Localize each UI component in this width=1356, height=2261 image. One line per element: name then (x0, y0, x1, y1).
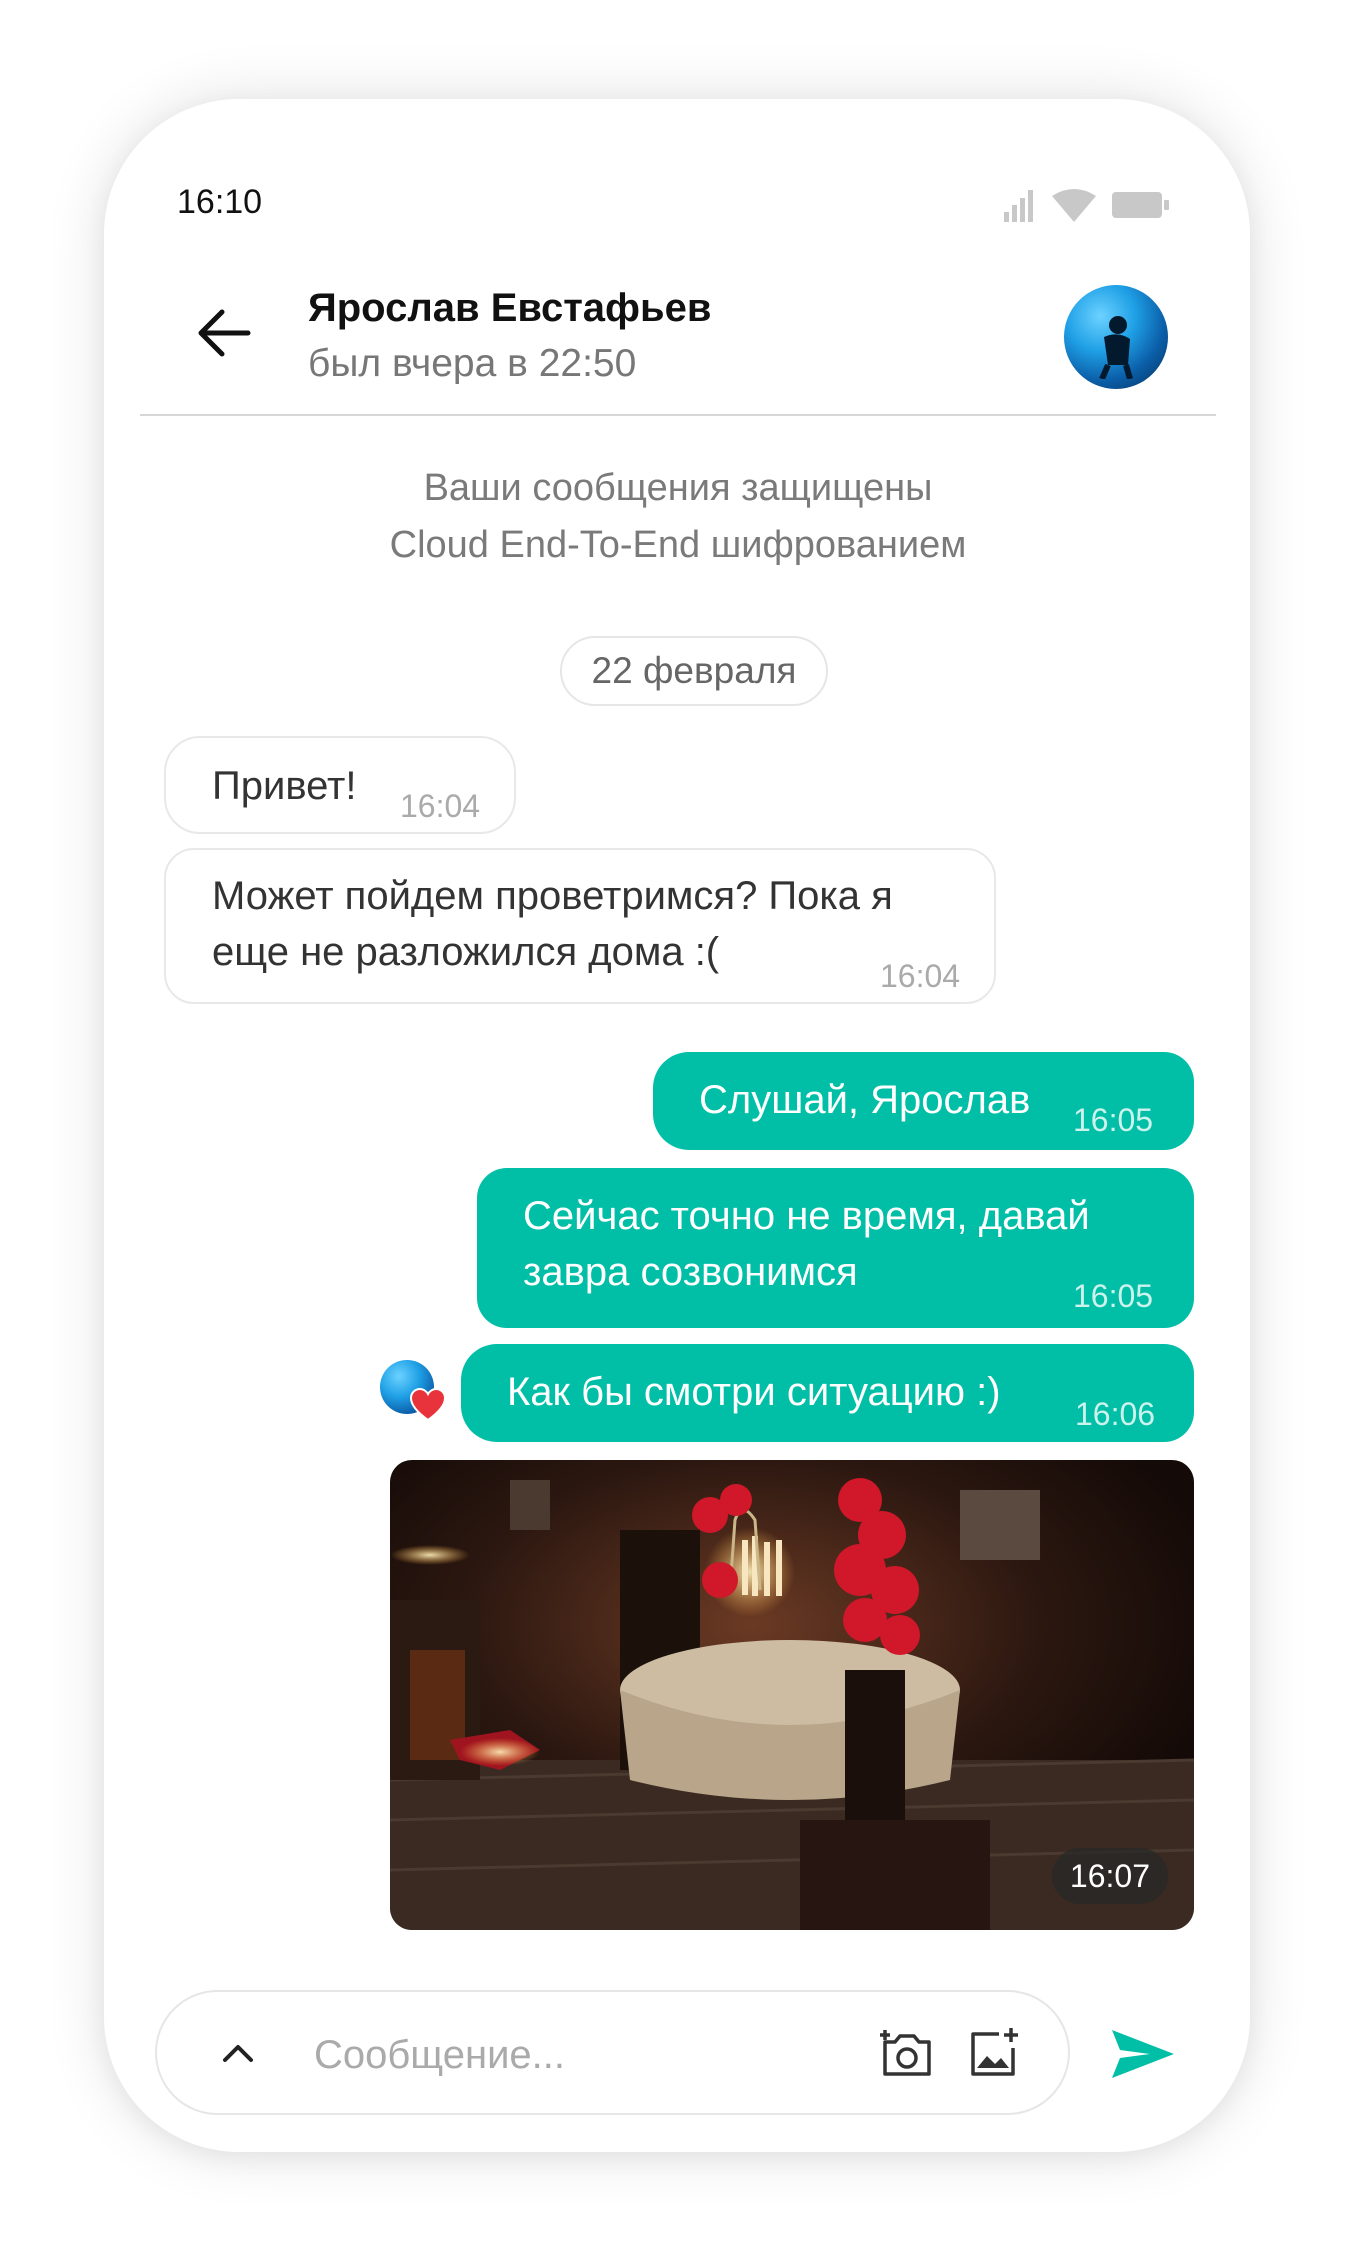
message-text-line2: еще не разложился дома :( (212, 930, 720, 974)
message-bubble-outgoing[interactable]: Сейчас точно не время, давай завра созво… (477, 1168, 1194, 1328)
wifi-icon (1052, 189, 1096, 222)
contact-avatar[interactable] (1064, 285, 1168, 389)
chevron-up-icon[interactable] (219, 2034, 257, 2072)
message-time: 16:04 (880, 958, 961, 994)
date-separator: 22 февраля (560, 636, 828, 706)
battery-icon (1112, 192, 1169, 218)
status-bar-time: 16:10 (177, 183, 263, 221)
message-composer (155, 1990, 1070, 2115)
photo-time: 16:07 (1051, 1848, 1168, 1904)
message-bubble-outgoing[interactable]: Слушай, Ярослав 16:05 (653, 1052, 1194, 1150)
message-text: Как бы смотри ситуацию :) (507, 1370, 1001, 1414)
message-text: Привет! (212, 764, 357, 808)
cellular-signal-icon (1004, 190, 1033, 222)
back-arrow-icon[interactable] (196, 307, 252, 359)
add-image-icon[interactable] (967, 2026, 1021, 2080)
diver-silhouette-icon (1099, 316, 1133, 379)
message-text-line2: завра созвонимся (523, 1250, 858, 1294)
message-bubble-incoming[interactable]: Может пойдем проветримся? Пока я еще не … (164, 848, 996, 1004)
message-text: Слушай, Ярослав (699, 1078, 1031, 1122)
header-divider (140, 414, 1216, 416)
last-seen-status: был вчера в 22:50 (308, 342, 637, 385)
message-bubble-outgoing[interactable]: Как бы смотри ситуацию :) 16:06 (461, 1344, 1194, 1442)
encryption-note-line2: Cloud End-To-End шифрованием (389, 524, 967, 566)
message-bubble-incoming[interactable]: Привет! 16:04 (164, 736, 516, 834)
send-icon[interactable] (1110, 2026, 1176, 2082)
encryption-note: Ваши сообщения защищены Cloud End-To-End… (0, 460, 1356, 574)
encryption-note-line1: Ваши сообщения защищены (423, 467, 933, 509)
add-camera-icon[interactable] (879, 2028, 935, 2080)
message-text-line1: Сейчас точно не время, давай (523, 1194, 1090, 1238)
photo-message[interactable]: 16:07 (390, 1460, 1194, 1930)
heart-icon[interactable] (410, 1388, 446, 1422)
message-time: 16:05 (1073, 1102, 1154, 1138)
message-input[interactable] (312, 2022, 836, 2088)
message-time: 16:06 (1075, 1396, 1156, 1432)
message-time: 16:04 (400, 788, 481, 824)
message-time: 16:05 (1073, 1278, 1154, 1314)
status-icons (1004, 189, 1169, 222)
contact-name[interactable]: Ярослав Евстафьев (308, 286, 711, 331)
message-text-line1: Может пойдем проветримся? Пока я (212, 874, 893, 918)
